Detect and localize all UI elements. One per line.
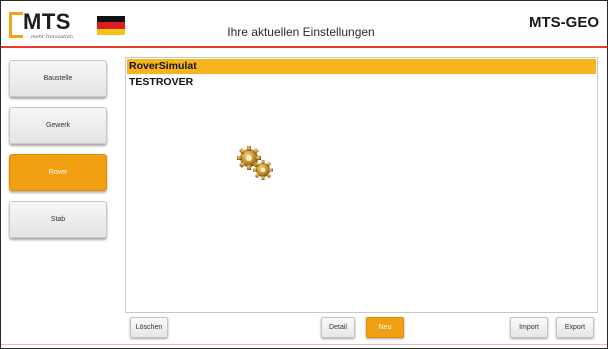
import-button[interactable]: Import bbox=[510, 317, 548, 338]
detail-button[interactable]: Detail bbox=[321, 317, 355, 338]
footer-divider bbox=[1, 344, 607, 345]
page-title: Ihre aktuellen Einstellungen bbox=[227, 25, 375, 39]
list-item[interactable]: TESTROVER bbox=[127, 75, 596, 90]
sidebar-item-rover[interactable]: Rover bbox=[9, 154, 107, 191]
sidebar-item-gewerk[interactable]: Gewerk bbox=[9, 107, 107, 144]
export-button[interactable]: Export bbox=[556, 317, 594, 338]
header-divider bbox=[1, 46, 607, 48]
rover-list: RoverSimulat TESTROVER bbox=[125, 57, 598, 313]
brand-label: MTS-GEO bbox=[529, 14, 599, 31]
new-button[interactable]: Neu bbox=[366, 317, 404, 338]
list-item[interactable]: RoverSimulat bbox=[127, 59, 596, 74]
sidebar-item-baustelle[interactable]: Baustelle bbox=[9, 60, 107, 97]
delete-button[interactable]: Löschen bbox=[130, 317, 168, 338]
header-bar: MTS mehr Innovation Ihre aktuellen Einst… bbox=[1, 1, 607, 47]
sidebar-item-stab[interactable]: Stab bbox=[9, 201, 107, 238]
gears-loading-icon bbox=[237, 146, 273, 180]
